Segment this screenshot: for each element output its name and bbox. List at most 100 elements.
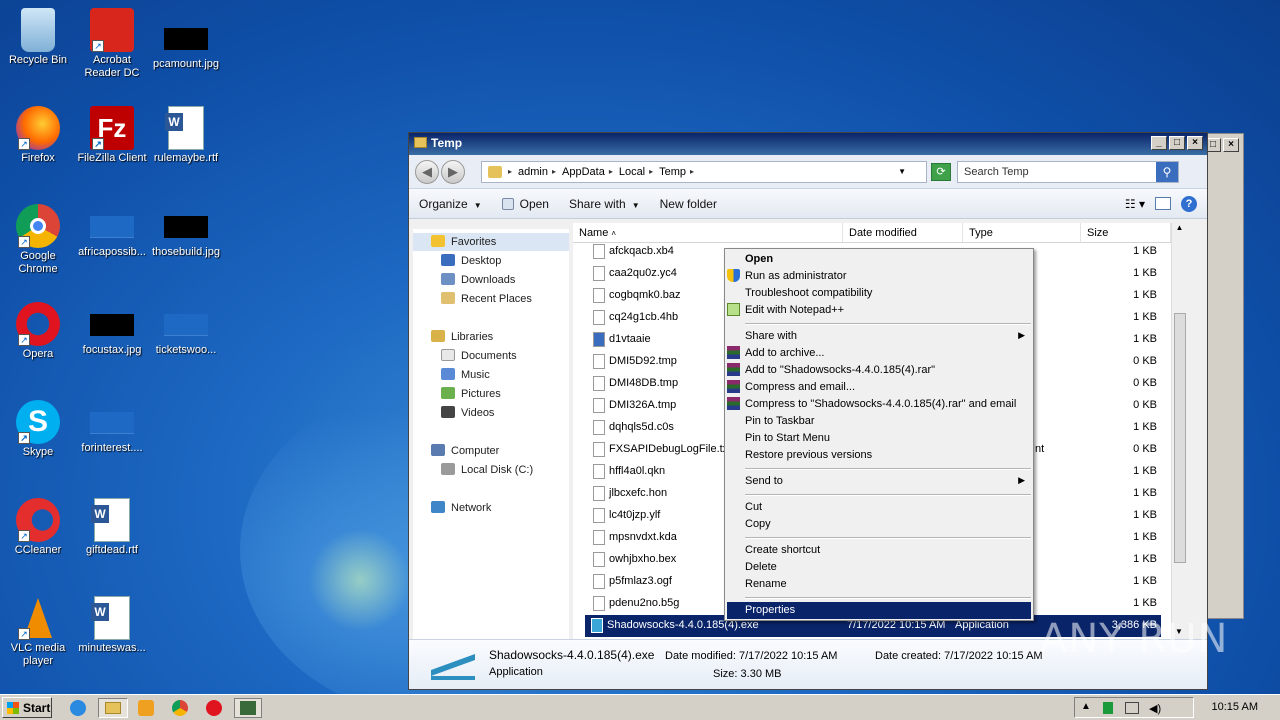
scroll-up-icon[interactable]: ▲ — [1172, 223, 1187, 237]
close-button[interactable]: × — [1187, 136, 1203, 150]
menu-item-pin-start[interactable]: Pin to Start Menu — [745, 430, 1031, 447]
desktop-icon-focustax[interactable]: focustax.jpg — [74, 302, 150, 357]
running-app-icon[interactable] — [234, 698, 262, 718]
internet-explorer-icon[interactable] — [68, 698, 90, 718]
window-titlebar[interactable]: Temp _ □ × — [409, 133, 1207, 155]
nav-music[interactable]: Music — [441, 368, 490, 381]
back-button[interactable]: ◀ — [415, 159, 439, 184]
chevron-down-icon[interactable]: ▼ — [898, 167, 906, 176]
desktop-icon-rulemaybe[interactable]: W rulemaybe.rtf — [148, 106, 224, 165]
search-input[interactable]: Search Temp ⚲ — [957, 160, 1179, 183]
chevron-right-icon[interactable]: ▸ — [609, 167, 613, 176]
menu-item-delete[interactable]: Delete — [745, 559, 1031, 576]
chevron-right-icon[interactable]: ▸ — [690, 167, 694, 176]
menu-item-restore-versions[interactable]: Restore previous versions — [745, 447, 1031, 464]
nav-downloads[interactable]: Downloads — [441, 273, 515, 286]
desktop-icon-giftdead[interactable]: W giftdead.rtf — [74, 498, 150, 557]
nav-local-disk[interactable]: Local Disk (C:) — [441, 463, 533, 476]
view-options-icon[interactable]: ☷ ▾ — [1125, 197, 1145, 211]
chevron-right-icon[interactable]: ▸ — [649, 167, 653, 176]
maximize-button[interactable]: □ — [1169, 136, 1185, 150]
menu-item-create-shortcut[interactable]: Create shortcut — [745, 542, 1031, 559]
close-icon[interactable]: × — [1223, 138, 1239, 152]
minimize-button[interactable]: _ — [1151, 136, 1167, 150]
column-date-modified[interactable]: Date modified — [843, 223, 963, 242]
details-date-modified-label: Date modified: — [665, 650, 736, 662]
chevron-right-icon[interactable]: ▸ — [552, 167, 556, 176]
organize-button[interactable]: Organize ▼ — [419, 197, 482, 211]
network-tray-icon[interactable] — [1125, 702, 1139, 714]
opera-taskbar-icon[interactable] — [204, 698, 226, 718]
menu-item-compress-rar-email[interactable]: Compress to "Shadowsocks-4.4.0.185(4).ra… — [727, 396, 1031, 413]
column-name[interactable]: Name ˄ — [573, 223, 843, 242]
menu-item-send-to[interactable]: Send to ▶ — [745, 473, 1031, 490]
menu-item-cut[interactable]: Cut — [745, 499, 1031, 516]
nav-libraries[interactable]: Libraries — [431, 330, 493, 343]
desktop-icon-ticketswoo[interactable]: ticketswoo... — [148, 302, 224, 357]
show-hidden-icons-icon[interactable]: ▲ — [1081, 701, 1091, 712]
breadcrumb-admin[interactable]: admin — [518, 166, 548, 178]
breadcrumb-temp[interactable]: Temp — [659, 166, 686, 178]
media-player-icon[interactable] — [136, 698, 158, 718]
desktop-icon-forinterest[interactable]: forinterest.... — [74, 400, 150, 455]
desktop-icon-ccleaner[interactable]: ↗ CCleaner — [0, 498, 76, 557]
nav-pictures[interactable]: Pictures — [441, 387, 501, 400]
desktop-icon-pcamount[interactable]: pcamount.jpg — [148, 8, 224, 71]
column-type[interactable]: Type — [963, 223, 1081, 242]
start-button[interactable]: Start — [2, 697, 52, 718]
desktop-icon-acrobat[interactable]: ↗ Acrobat Reader DC — [74, 8, 150, 80]
nav-favorites[interactable]: Favorites — [431, 235, 496, 248]
explorer-taskbar-icon[interactable] — [98, 698, 128, 718]
open-button[interactable]: Open — [501, 197, 549, 211]
volume-icon[interactable]: ◀) — [1149, 702, 1161, 715]
file-icon — [593, 464, 605, 479]
desktop-icon-recycle-bin[interactable]: Recycle Bin — [0, 8, 76, 67]
menu-item-add-to-rar[interactable]: Add to "Shadowsocks-4.4.0.185(4).rar" — [727, 362, 1031, 379]
breadcrumb-appdata[interactable]: AppData — [562, 166, 605, 178]
menu-item-open[interactable]: Open — [745, 251, 1031, 268]
desktop-icon-minuteswas[interactable]: W minuteswas... — [74, 596, 150, 655]
menu-item-share-with[interactable]: Share with ▶ — [745, 328, 1031, 345]
details-file-type: Application — [489, 666, 543, 678]
menu-label: Pin to Taskbar — [745, 415, 815, 427]
nav-videos[interactable]: Videos — [441, 406, 494, 419]
desktop-icon-vlc[interactable]: ↗ VLC media player — [0, 596, 76, 668]
vertical-scrollbar[interactable]: ▲ ▼ — [1171, 223, 1187, 641]
help-icon[interactable]: ? — [1181, 195, 1197, 212]
nav-recent-places[interactable]: Recent Places — [441, 292, 532, 305]
menu-item-copy[interactable]: Copy — [745, 516, 1031, 533]
breadcrumb-local[interactable]: Local — [619, 166, 645, 178]
menu-item-rename[interactable]: Rename — [745, 576, 1031, 593]
desktop-icon-skype[interactable]: S ↗ Skype — [0, 400, 76, 459]
desktop-icon-opera[interactable]: ↗ Opera — [0, 302, 76, 361]
desktop-icon-filezilla[interactable]: Fz ↗ FileZilla Client — [74, 106, 150, 165]
forward-button[interactable]: ▶ — [441, 159, 465, 184]
menu-item-properties[interactable]: Properties — [727, 602, 1031, 619]
column-size[interactable]: Size — [1081, 223, 1171, 242]
action-center-icon[interactable] — [1103, 702, 1113, 714]
new-folder-button[interactable]: New folder — [660, 197, 717, 211]
refresh-button[interactable]: ⟳ — [931, 162, 951, 181]
menu-item-compress-email[interactable]: Compress and email... — [727, 379, 1031, 396]
breadcrumb[interactable]: ▸ admin ▸ AppData ▸ Local ▸ Temp ▸ ▼ — [481, 160, 927, 183]
desktop-icon-africapossib[interactable]: africapossib... — [74, 204, 150, 259]
desktop-icon-thosebuild[interactable]: thosebuild.jpg — [148, 204, 224, 259]
desktop-icon-chrome[interactable]: ↗ Google Chrome — [0, 204, 76, 276]
scrollbar-thumb[interactable] — [1174, 313, 1186, 563]
menu-item-notepadpp[interactable]: Edit with Notepad++ — [727, 302, 1031, 319]
desktop-icon-firefox[interactable]: ↗ Firefox — [0, 106, 76, 165]
preview-pane-icon[interactable] — [1155, 197, 1171, 210]
clock[interactable]: 10:15 AM — [1212, 701, 1258, 713]
menu-item-add-to-archive[interactable]: Add to archive... — [727, 345, 1031, 362]
nav-desktop[interactable]: Desktop — [441, 254, 501, 267]
menu-item-pin-taskbar[interactable]: Pin to Taskbar — [745, 413, 1031, 430]
menu-item-run-as-admin[interactable]: Run as administrator — [727, 268, 1031, 285]
nav-computer[interactable]: Computer — [431, 444, 499, 457]
menu-item-troubleshoot[interactable]: Troubleshoot compatibility — [745, 285, 1031, 302]
search-icon[interactable]: ⚲ — [1156, 161, 1178, 182]
nav-network[interactable]: Network — [431, 501, 491, 514]
chrome-taskbar-icon[interactable] — [170, 698, 192, 718]
chevron-right-icon[interactable]: ▸ — [508, 167, 512, 176]
nav-documents[interactable]: Documents — [441, 349, 517, 362]
share-with-button[interactable]: Share with ▼ — [569, 197, 640, 211]
